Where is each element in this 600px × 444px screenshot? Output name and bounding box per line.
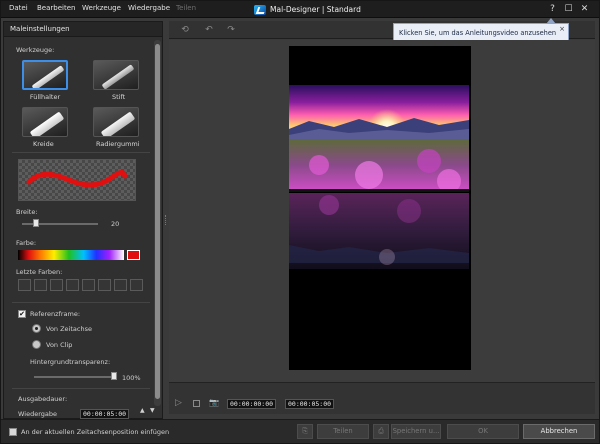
divider [12,302,150,303]
window-title-text: Mal-Designer | Standard [270,5,361,14]
recent-color-swatch[interactable] [50,279,63,291]
playback-label: Wiedergabe [18,410,58,418]
reset-icon[interactable]: ⟲ [179,24,191,36]
bg-transparency-slider-track[interactable] [34,376,114,378]
recent-color-swatch[interactable] [34,279,47,291]
output-duration-label: Ausgabedauer: [18,395,68,403]
playback-duration-field[interactable]: 00:00:05:00 [80,409,130,419]
share-button[interactable]: Teilen [317,424,369,439]
insert-at-position-label: An der aktuellen Zeitachsenposition einf… [21,428,170,436]
reference-frame-checkbox[interactable]: ✔ [18,310,26,318]
eraser-icon [100,111,136,136]
brush-preview [18,159,136,201]
tool-pencil[interactable] [93,60,139,90]
divider [12,152,150,153]
chalk-icon [29,111,65,136]
radio-from-clip-label: Von Clip [46,341,73,349]
tooltip-close-icon[interactable]: × [559,25,565,33]
bg-transparency-slider-knob[interactable] [111,372,117,380]
width-label: Breite: [16,208,38,216]
width-value: 20 [111,220,120,228]
insert-at-position-checkbox[interactable] [9,428,17,436]
radio-from-clip[interactable] [32,340,41,349]
recent-color-swatch[interactable] [66,279,79,291]
recent-color-swatch[interactable] [98,279,111,291]
brush-stroke-icon [26,169,128,188]
menu-werkzeuge[interactable]: Werkzeuge [82,4,121,12]
radio-from-timeline-label: Von Zeitachse [46,325,92,333]
help-button[interactable]: ? [546,3,559,16]
duration-down-icon[interactable]: ▼ [150,407,155,414]
menu-wiedergabe[interactable]: Wiedergabe [128,4,170,12]
tool-chalk[interactable] [22,107,68,137]
window-title: Mal-Designer | Standard [254,3,361,16]
tooltip-text: Klicken Sie, um das Anleitungsvideo anzu… [399,29,557,37]
duration-up-icon[interactable]: ▲ [140,407,145,414]
save-icon[interactable]: ⎙ [373,424,389,439]
tool-label-radiergummi: Radiergummi [96,140,140,148]
width-slider-knob[interactable] [32,219,39,227]
snapshot-icon[interactable]: 📷 [209,398,219,407]
paint-settings-panel: Maleinstellungen Werkzeuge: Füllhalter S… [3,21,163,419]
recent-color-swatch[interactable] [130,279,143,291]
panel-scrollbar-thumb[interactable] [155,44,160,399]
tool-eraser[interactable] [93,107,139,137]
bottom-bar: An der aktuellen Zeitachsenposition einf… [1,419,599,443]
tool-label-fuellhalter: Füllhalter [29,93,61,101]
pencil-icon [101,64,135,89]
ok-button[interactable]: OK [447,424,519,439]
cancel-button[interactable]: Abbrechen [523,424,595,439]
stop-icon[interactable] [193,400,200,407]
radio-from-timeline[interactable] [32,324,41,333]
divider [12,388,150,389]
play-icon[interactable]: ▷ [175,398,182,408]
maximize-button[interactable]: ☐ [562,3,575,16]
menu-datei[interactable]: Datei [9,4,28,12]
reflection-icon [289,193,469,269]
menu-bearbeiten[interactable]: Bearbeiten [37,4,75,12]
landscape-image [289,85,469,191]
close-button[interactable]: ✕ [578,3,591,16]
undo-icon[interactable]: ↶ [203,24,215,36]
share-icon[interactable]: ⎘ [297,424,313,439]
current-time-display: 00:00:00:00 [227,399,277,409]
selected-color-swatch[interactable] [127,250,140,260]
color-label: Farbe: [16,239,37,247]
tool-fountain-pen[interactable] [22,60,68,90]
image-divider [289,189,469,192]
panel-title: Maleinstellungen [4,22,162,37]
save-as-button[interactable]: Speichern u... [391,424,441,439]
app-logo-icon [254,4,266,15]
recent-color-swatch[interactable] [18,279,31,291]
tool-label-stift: Stift [112,93,126,101]
landscape-reflection [289,193,469,269]
sunset-landscape-icon [289,85,469,191]
recent-colors-label: Letzte Farben: [16,268,63,276]
recent-colors-row [18,279,144,293]
playback-bar: ▷ 📷 00:00:00:00 00:00:05:00 [169,382,595,414]
reference-frame-label: Referenzframe: [30,310,81,318]
splitter-grip[interactable] [165,215,167,225]
title-menu-bar: Datei Bearbeiten Werkzeuge Wiedergabe Te… [1,1,599,18]
tool-label-kreide: Kreide [33,140,54,148]
redo-icon[interactable]: ↷ [225,24,237,36]
color-spectrum[interactable] [18,250,124,260]
menu-teilen[interactable]: Teilen [176,4,196,12]
recent-color-swatch[interactable] [82,279,95,291]
recent-color-swatch[interactable] [114,279,127,291]
bg-transparency-value: 100% [122,374,141,382]
duration-display: 00:00:05:00 [285,399,335,409]
mal-designer-window: Datei Bearbeiten Werkzeuge Wiedergabe Te… [0,0,600,444]
fountain-pen-icon [31,65,65,88]
bg-transparency-label: Hintergrundtransparenz: [30,358,111,366]
tools-label: Werkzeuge: [16,46,55,54]
